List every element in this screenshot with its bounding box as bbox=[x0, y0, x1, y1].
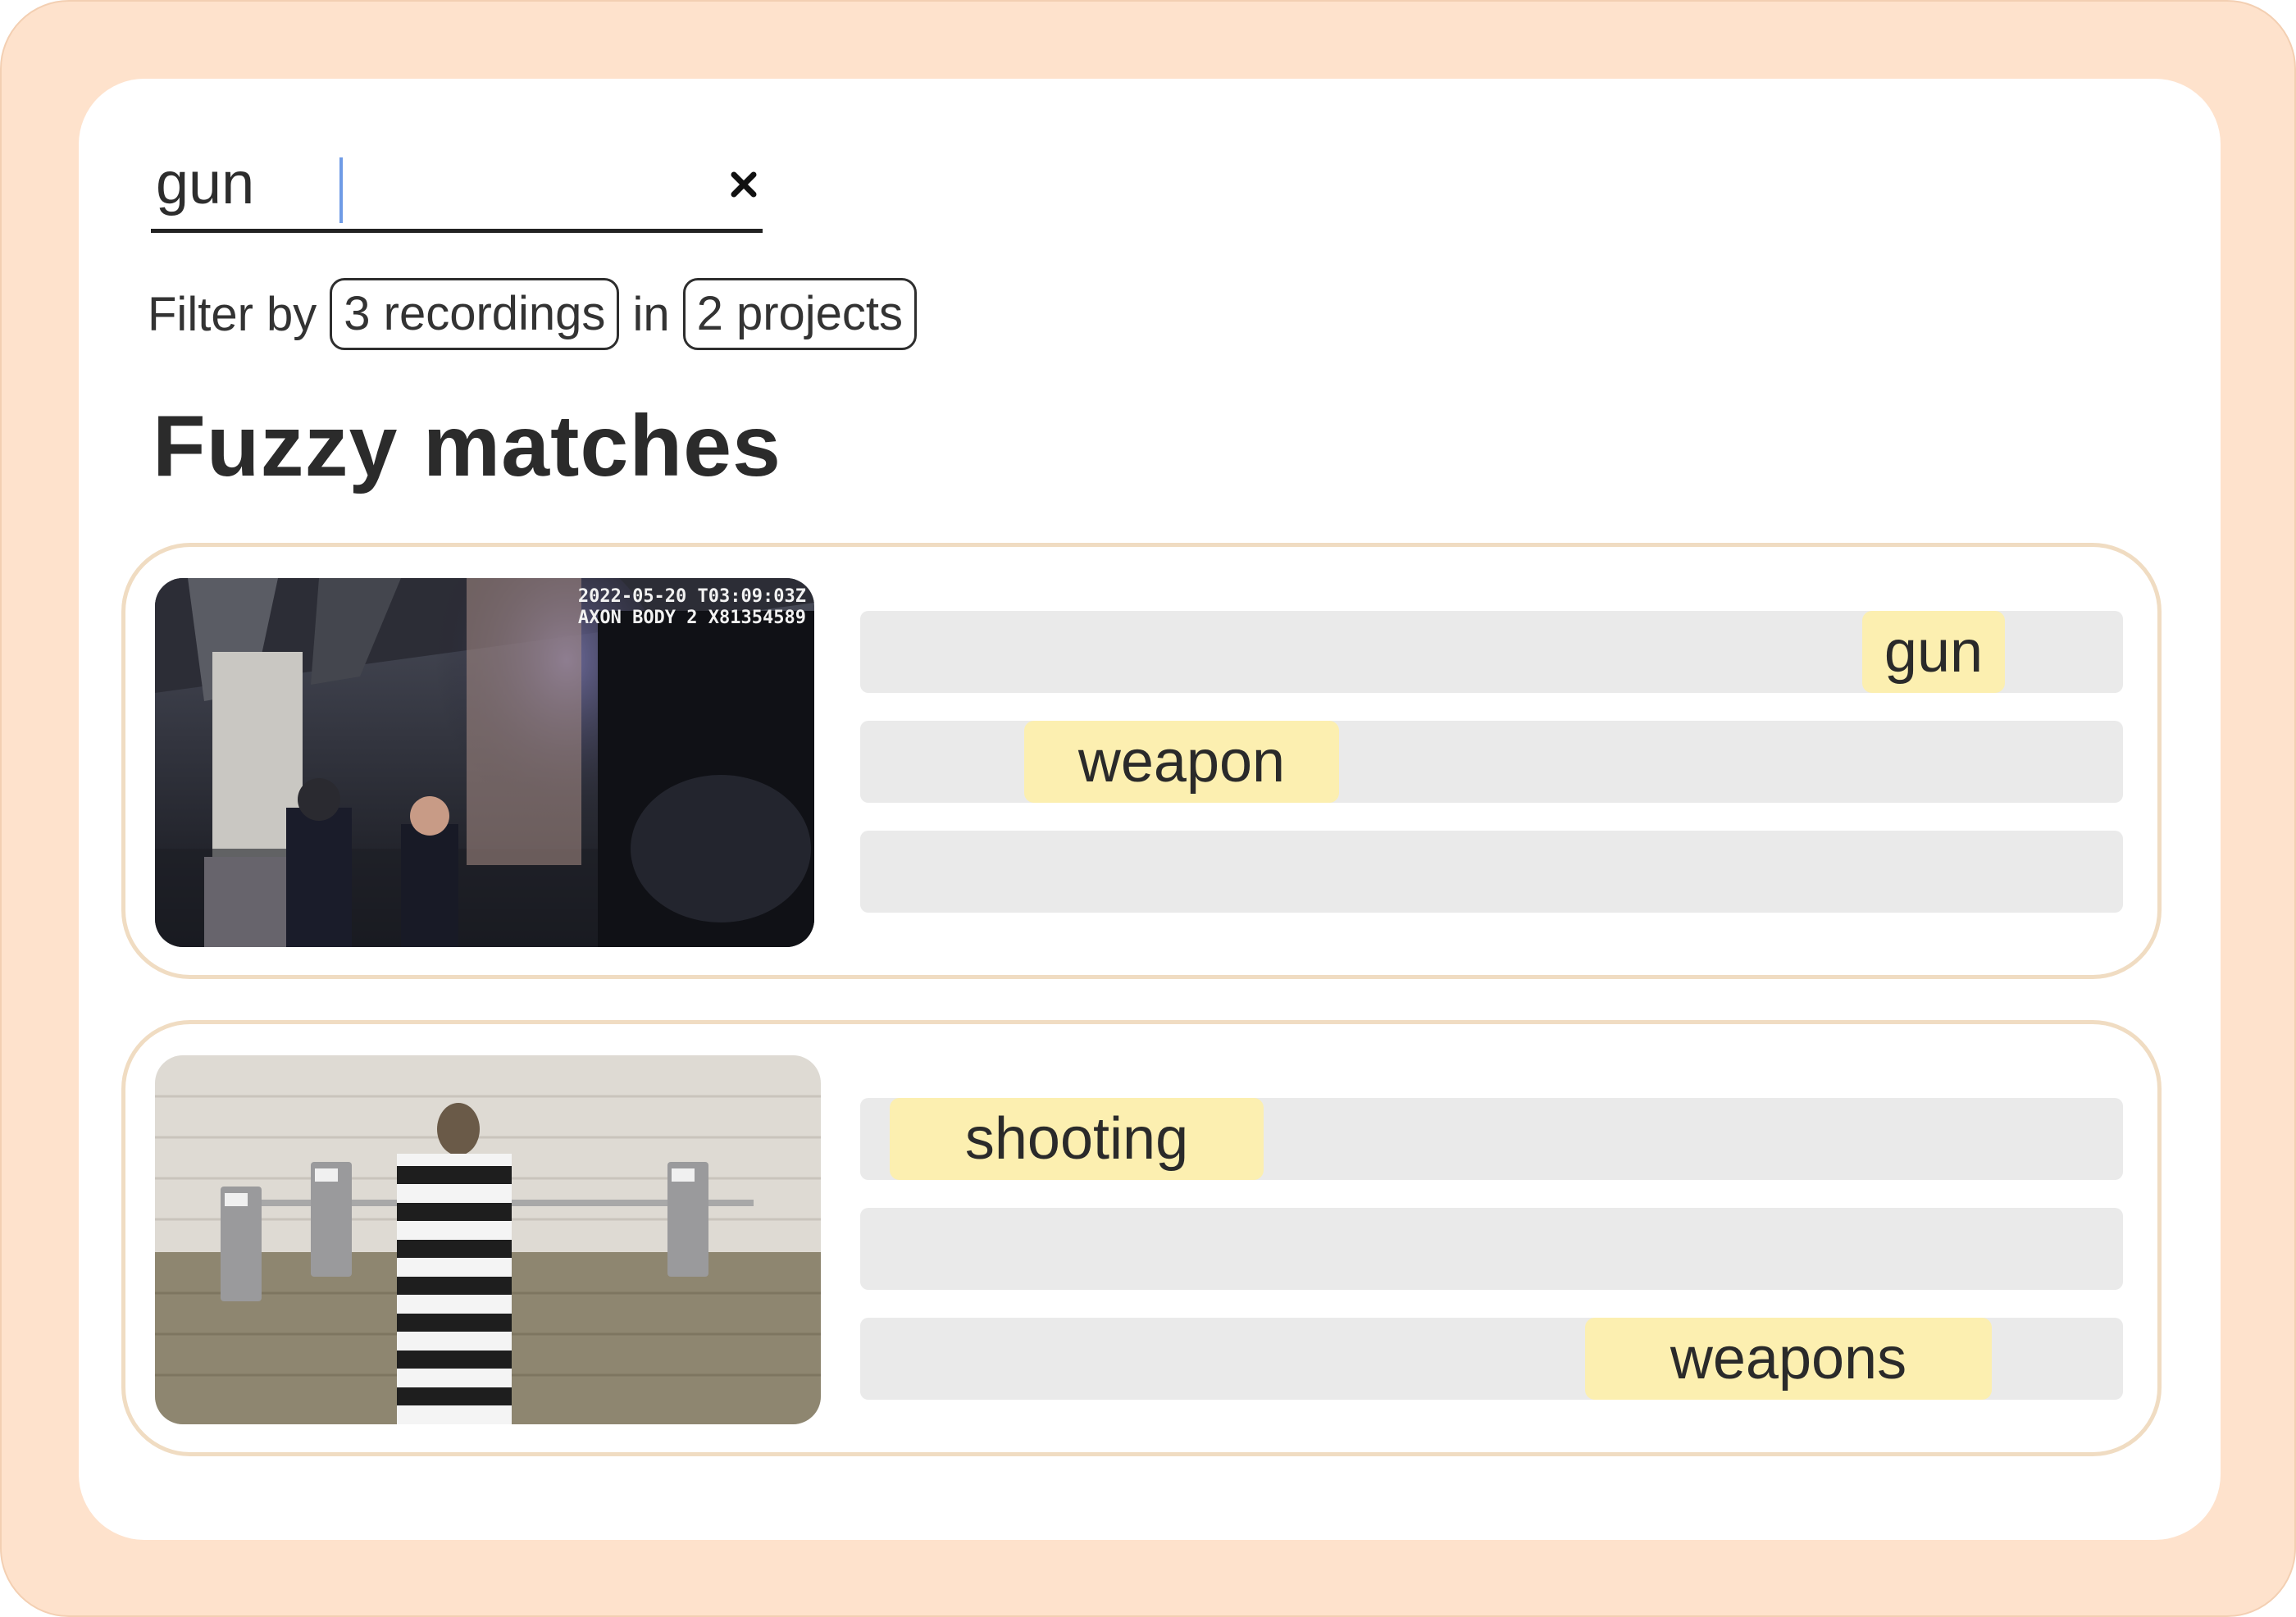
recordings-filter-chip[interactable]: 3 recordings bbox=[330, 278, 620, 350]
transcript-line[interactable] bbox=[860, 1208, 2123, 1290]
bodycam-footage-thumbnail: 2022-05-20 T03:09:03Z AXON BODY 2 X81354… bbox=[155, 578, 814, 947]
transcript-line[interactable]: gun bbox=[860, 611, 2123, 693]
outer-frame: Filter by 3 recordings in 2 projects Fuz… bbox=[0, 0, 2296, 1617]
transcript-line[interactable]: weapon bbox=[860, 721, 2123, 803]
match-highlight: weapons bbox=[1585, 1318, 1992, 1400]
projects-filter-chip[interactable]: 2 projects bbox=[682, 278, 918, 350]
overlay-datetime: 2022-05-20 T03:09:03Z bbox=[577, 586, 806, 607]
search-input[interactable] bbox=[156, 143, 681, 225]
filter-connector: in bbox=[632, 287, 670, 341]
match-highlight: shooting bbox=[890, 1098, 1264, 1180]
filter-label: Filter by bbox=[148, 287, 317, 341]
search-field[interactable] bbox=[151, 136, 763, 233]
transcript-line[interactable]: weapons bbox=[860, 1318, 2123, 1400]
result-card[interactable]: shooting weapons bbox=[121, 1020, 2162, 1456]
overlay-device: AXON BODY 2 X81354589 bbox=[577, 608, 806, 628]
results-heading: Fuzzy matches bbox=[153, 398, 782, 494]
transcript-line[interactable]: shooting bbox=[860, 1098, 2123, 1180]
filter-row: Filter by 3 recordings in 2 projects bbox=[148, 276, 930, 353]
jail-payphone-thumbnail bbox=[155, 1055, 821, 1424]
transcript-lines: gun weapon bbox=[860, 547, 2123, 975]
text-caret bbox=[339, 157, 343, 223]
search-panel: Filter by 3 recordings in 2 projects Fuz… bbox=[79, 79, 2221, 1540]
result-card[interactable]: 2022-05-20 T03:09:03Z AXON BODY 2 X81354… bbox=[121, 543, 2162, 979]
transcript-line[interactable] bbox=[860, 831, 2123, 913]
match-highlight: weapon bbox=[1024, 721, 1339, 803]
close-icon[interactable] bbox=[725, 166, 763, 203]
transcript-lines: shooting weapons bbox=[860, 1024, 2123, 1452]
match-highlight: gun bbox=[1862, 611, 2005, 693]
video-timestamp-overlay: 2022-05-20 T03:09:03Z AXON BODY 2 X81354… bbox=[578, 586, 806, 629]
